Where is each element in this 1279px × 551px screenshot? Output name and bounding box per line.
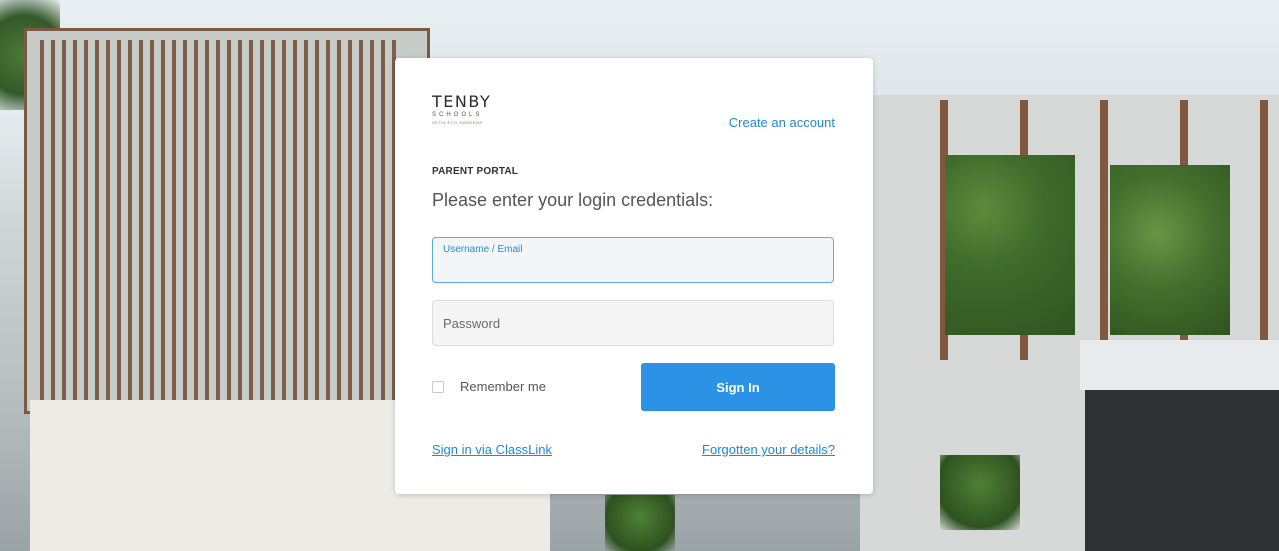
logo-name: TENBY [432,92,492,111]
classlink-signin-link[interactable]: Sign in via ClassLink [432,442,552,457]
username-field[interactable]: Username / Email [432,237,834,283]
username-input[interactable] [433,238,833,282]
potted-plant [940,455,1020,530]
garage [1085,390,1279,551]
logo-sub: SCHOOLS [432,112,483,118]
forgot-details-link[interactable]: Forgotten your details? [702,442,835,457]
portal-label: PARENT PORTAL [432,166,519,177]
page-title: Please enter your login credentials: [432,190,714,210]
canopy [1080,340,1279,390]
remember-me[interactable]: Remember me [432,379,546,394]
sign-in-button[interactable]: Sign In [641,363,835,411]
login-card: TENBY SCHOOLS SETIA ECO GARDENS Create a… [395,58,873,494]
school-logo: TENBY SCHOOLS SETIA ECO GARDENS [432,94,507,130]
logo-tagline: SETIA ECO GARDENS [432,120,483,125]
password-input[interactable] [433,301,833,345]
wooden-slats [40,40,400,400]
potted-plant [605,495,675,551]
create-account-link[interactable]: Create an account [729,115,835,130]
remember-label[interactable]: Remember me [460,379,546,394]
remember-checkbox[interactable] [432,380,444,393]
green-wall [945,155,1075,335]
green-wall [1110,165,1230,335]
password-field[interactable] [432,300,834,346]
